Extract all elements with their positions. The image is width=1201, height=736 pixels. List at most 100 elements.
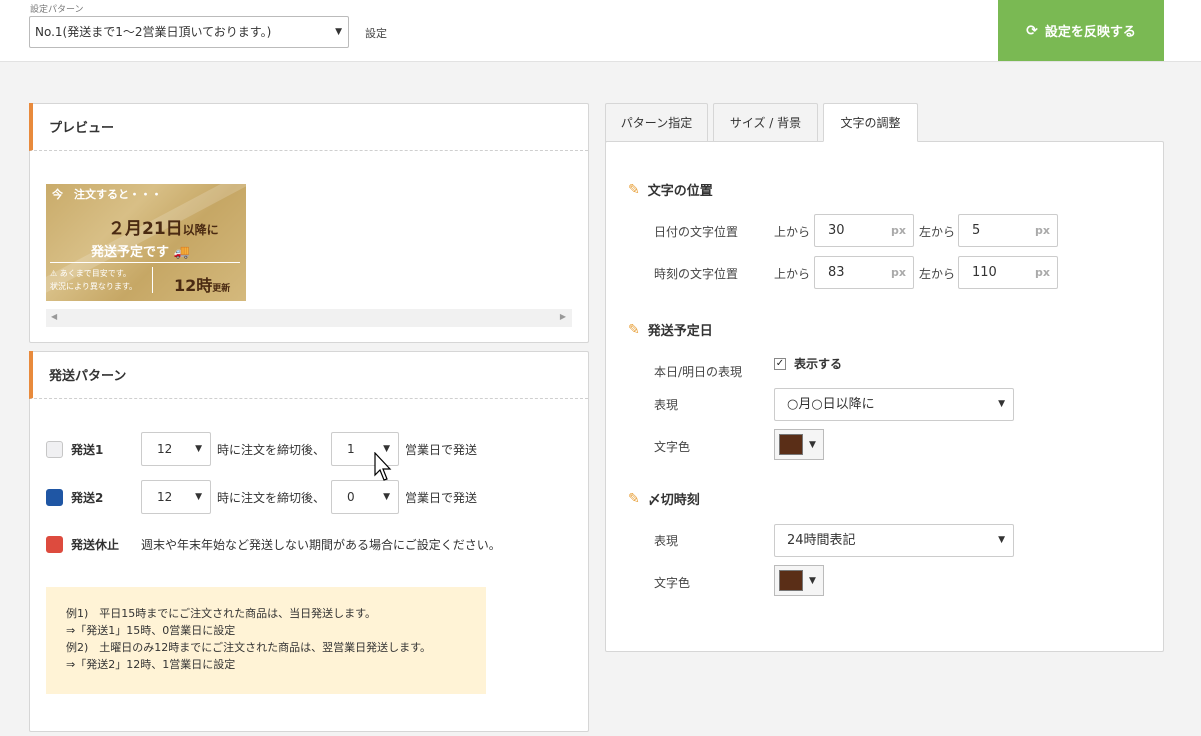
preview-panel: プレビュー 今 注文すると・・・ ２月21日以降に 発送予定です 🚚 ⚠ あくま…: [29, 103, 589, 343]
show-today-checkbox-row[interactable]: ✓ 表示する: [774, 355, 842, 372]
today-expression-label: 本日/明日の表現: [654, 365, 743, 379]
pattern-select-value: No.1(発送まで1〜2営業日頂いております。): [35, 25, 272, 39]
ship-row-rest: 発送休止 週末や年末年始など発送しない期間がある場合にご設定ください。: [46, 527, 501, 561]
time-top-value: 83: [828, 265, 845, 280]
chevron-down-icon: ▼: [998, 535, 1005, 545]
time-top-label: 上から: [774, 267, 811, 281]
show-today-checkbox[interactable]: ✓: [774, 357, 786, 370]
ship-2-days-select[interactable]: 0 ▼: [331, 480, 400, 514]
pencil-icon: ✎: [628, 321, 640, 338]
apply-settings-label: 設定を反映する: [1044, 25, 1136, 40]
time-top-input[interactable]: 83 px: [814, 256, 914, 289]
text-position-title: 文字の位置: [647, 184, 713, 199]
ship-2-days-value: 0: [347, 490, 355, 504]
chevron-down-icon: ▼: [195, 444, 202, 454]
ship-1-mid-text: 時に注文を締切後、: [217, 442, 326, 457]
settings-link[interactable]: 設定: [365, 25, 387, 41]
ship-2-color-swatch[interactable]: [46, 488, 63, 506]
banner-note: ⚠ あくまで目安です。 状況により異なります。: [50, 267, 153, 293]
apply-settings-button[interactable]: ⟳ 設定を反映する: [998, 0, 1164, 61]
banner-date: ２月21日以降に: [108, 214, 219, 239]
chevron-down-icon: ▼: [998, 399, 1005, 409]
pencil-icon: ✎: [628, 490, 640, 507]
pattern-select[interactable]: No.1(発送まで1〜2営業日頂いております。) ▼: [29, 16, 349, 48]
chevron-down-icon: ▼: [809, 575, 816, 586]
text-adjust-panel: ✎ 文字の位置 日付の文字位置 上から 30 px 左から 5 px 時刻の文字…: [605, 141, 1164, 652]
cutoff-color-label: 文字色: [654, 576, 691, 590]
ship-1-hour-value: 12: [157, 442, 173, 456]
mouse-cursor-icon: [374, 452, 392, 481]
date-top-value: 30: [828, 223, 845, 238]
time-left-unit: px: [1035, 266, 1050, 279]
date-left-value: 5: [972, 223, 981, 238]
rest-description: 週末や年末年始など発送しない期間がある場合にご設定ください。: [141, 537, 501, 552]
date-expression-select[interactable]: ○月○日以降に ▼: [774, 388, 1014, 421]
preview-scrollbar[interactable]: ◀ ▶: [46, 309, 572, 327]
top-bar: 設定パターン No.1(発送まで1〜2営業日頂いております。) ▼ 設定 ⟳ 設…: [0, 0, 1201, 62]
time-position-label: 時刻の文字位置: [654, 267, 739, 281]
ship-1-hour-select[interactable]: 12 ▼: [141, 432, 211, 466]
scroll-left-icon[interactable]: ◀: [51, 312, 57, 321]
ship-row-1: 発送1 12 ▼ 時に注文を締切後、 1 ▼ 営業日で発送: [46, 432, 483, 466]
cutoff-color-chip: [779, 570, 803, 591]
example-line-2: ⇒「発送1」15時、0営業日に設定: [66, 624, 236, 637]
example-note: 例1) 平日15時までにご注文された商品は、当日発送します。 ⇒「発送1」15時…: [46, 587, 486, 694]
ship-date-section: ✎ 発送予定日: [628, 320, 713, 340]
date-color-picker[interactable]: ▼: [774, 429, 824, 460]
cutoff-title: 〆切時刻: [647, 493, 700, 508]
example-line-1: 例1) 平日15時までにご注文された商品は、当日発送します。: [66, 607, 376, 620]
date-left-unit: px: [1035, 224, 1050, 237]
ship-row-2: 発送2 12 ▼ 時に注文を締切後、 0 ▼ 営業日で発送: [46, 480, 483, 514]
banner-divider: [50, 262, 240, 263]
chevron-down-icon: ▼: [335, 27, 342, 37]
date-color-chip: [779, 434, 803, 455]
chevron-down-icon: ▼: [195, 492, 202, 502]
ship-2-label: 発送2: [71, 490, 104, 505]
ship-date-title: 発送予定日: [647, 324, 713, 339]
date-top-unit: px: [891, 224, 906, 237]
date-color-label: 文字色: [654, 440, 691, 454]
cutoff-section: ✎ 〆切時刻: [628, 489, 700, 509]
rest-color-swatch[interactable]: [46, 535, 63, 553]
preview-banner: 今 注文すると・・・ ２月21日以降に 発送予定です 🚚 ⚠ あくまで目安です。…: [46, 184, 246, 301]
time-left-value: 110: [972, 265, 997, 280]
banner-date-text: ２月21日: [108, 219, 183, 239]
tab-pattern[interactable]: パターン指定: [605, 103, 708, 142]
show-today-label: 表示する: [794, 357, 843, 371]
banner-date-suffix: 以降に: [182, 223, 219, 237]
rest-label: 発送休止: [71, 537, 120, 552]
ship-1-days-value: 1: [347, 442, 355, 456]
banner-time: 12時更新: [174, 272, 230, 296]
tab-size-background[interactable]: サイズ / 背景: [713, 103, 818, 142]
example-line-3: 例2) 土曜日のみ12時までにご注文された商品は、翌営業日発送します。: [66, 641, 431, 654]
pattern-caption: 設定パターン: [30, 5, 84, 15]
scroll-right-icon[interactable]: ▶: [560, 312, 566, 321]
banner-note-line1: あくまで目安です。: [59, 269, 131, 278]
ship-2-hour-select[interactable]: 12 ▼: [141, 480, 211, 514]
cutoff-expression-value: 24時間表記: [787, 533, 856, 548]
cutoff-expression-select[interactable]: 24時間表記 ▼: [774, 524, 1014, 557]
banner-time-text: 12時: [174, 276, 213, 295]
tab-text-adjust[interactable]: 文字の調整: [823, 103, 918, 142]
date-left-input[interactable]: 5 px: [958, 214, 1058, 247]
time-top-unit: px: [891, 266, 906, 279]
date-top-input[interactable]: 30 px: [814, 214, 914, 247]
date-left-label: 左から: [919, 225, 956, 239]
truck-icon: 🚚: [173, 245, 190, 260]
banner-ship-label: 発送予定です: [91, 245, 170, 260]
ship-2-hour-value: 12: [157, 490, 173, 504]
time-left-input[interactable]: 110 px: [958, 256, 1058, 289]
chevron-down-icon: ▼: [383, 492, 391, 502]
warning-icon: ⚠: [50, 269, 58, 278]
date-top-label: 上から: [774, 225, 811, 239]
date-expression-label: 表現: [654, 398, 679, 412]
banner-ship-text: 発送予定です 🚚: [91, 241, 190, 260]
cutoff-expression-label: 表現: [654, 534, 679, 548]
date-position-label: 日付の文字位置: [654, 225, 739, 239]
cutoff-color-picker[interactable]: ▼: [774, 565, 824, 596]
ship-1-color-swatch[interactable]: [46, 440, 63, 458]
refresh-icon: ⟳: [1026, 22, 1038, 39]
text-position-section: ✎ 文字の位置: [628, 180, 713, 200]
ship-1-label: 発送1: [71, 442, 104, 457]
ship-2-mid-text: 時に注文を締切後、: [217, 490, 326, 505]
